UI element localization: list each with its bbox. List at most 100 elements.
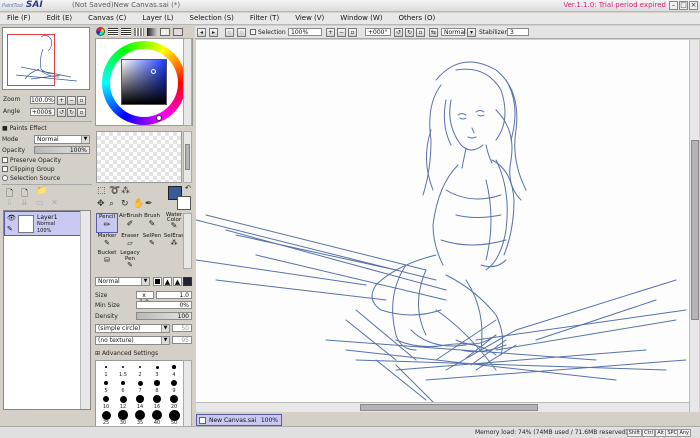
layer-list[interactable]: 👁 ✎ Layer1 Normal 100% [3,210,91,410]
brush-size-dot[interactable] [138,365,142,369]
swap-colors-icon[interactable]: ↶ [185,184,191,192]
brush-texture-select[interactable]: (no texture) ▼ [95,336,170,345]
rotate-right-button[interactable]: ↻ [67,108,76,117]
color-wheel-panel[interactable] [95,38,193,126]
shift-key-indicator[interactable]: Shift [626,429,642,437]
deselect-icon[interactable]: ▫ [225,28,234,37]
menu-edit[interactable]: Edit (E) [39,13,81,24]
sv-picker-handle[interactable] [151,69,156,74]
tool-scrollbar[interactable] [183,213,192,269]
lasso-icon[interactable]: ➰ [109,186,120,196]
brush-size-dot[interactable] [118,410,128,420]
canvas-vertical-scrollbar[interactable] [689,40,699,412]
menu-others[interactable]: Others (O) [392,13,445,24]
clear-layer-icon[interactable]: ▭ [36,198,44,207]
layer-scrollbar[interactable] [80,211,90,409]
brush-size-dot[interactable] [168,409,180,421]
selection-checkbox[interactable] [250,29,256,35]
shape-selected-icon[interactable] [183,277,192,286]
new-folder-icon[interactable]: 📁 [36,186,47,196]
color-swatches[interactable] [96,131,182,183]
rect-select-icon[interactable]: ⬚ [97,186,106,196]
density-slider[interactable]: 100 [136,312,192,320]
canvas-rotate-left-icon[interactable]: ↺ [394,28,403,37]
invert-selection-icon[interactable]: ▫ [237,28,246,37]
brush-size-dot[interactable] [119,395,127,403]
color-scrollbar[interactable] [183,38,192,126]
brush-grid-scrollbar[interactable] [183,360,192,428]
brush-size-dot[interactable] [154,380,160,386]
magic-wand-icon[interactable]: ⁂ [121,186,130,196]
zoom-reset-button[interactable]: ▫ [77,96,86,105]
canvas-rotate-right-icon[interactable]: ↻ [405,28,414,37]
advanced-settings-toggle[interactable]: ⊞ Advanced Settings [95,350,158,357]
min-size-slider[interactable]: 0% [136,301,192,309]
opacity-slider[interactable]: 100% [34,146,90,154]
minimize-button[interactable]: – [669,1,678,10]
canvas-horizontal-scrollbar[interactable] [196,402,689,412]
shape-square-icon[interactable] [153,277,162,286]
texture-strength-field[interactable]: 95 [172,336,192,344]
size-multiplier-select[interactable]: x 1.0 [136,291,154,306]
brush-size-dot[interactable] [153,395,161,403]
canvas-rotate-reset-icon[interactable]: ▫ [416,28,425,37]
shape-hard-icon[interactable]: ▲ [163,277,172,286]
document-tab[interactable]: New Canvas.sai 100% [196,414,282,426]
color-panel-icon[interactable] [160,28,170,36]
shape-soft-icon[interactable]: ▲ [173,277,182,286]
tool-brush[interactable]: Brush ✎ [141,213,163,233]
brush-size-dot[interactable] [137,380,143,386]
tool-bucket[interactable]: Bucket ⛁ [96,250,118,266]
tool-airbrush[interactable]: AirBrush ✐ [119,213,142,233]
blend-mode-select[interactable]: Normal ▼ [95,277,150,286]
close-button[interactable]: × [689,1,698,10]
zoom-tool-icon[interactable]: ⌕ [109,199,114,209]
canvas-zoom-out-icon[interactable]: − [337,28,346,37]
maximize-button[interactable]: □ [679,1,688,10]
flip-canvas-icon[interactable]: ⇆ [429,28,438,37]
tool-selpen[interactable]: SelPen ✎ [141,233,163,249]
shape-strength-field[interactable]: 50 [172,324,192,332]
rotate-reset-button[interactable]: ▫ [77,108,86,117]
menu-view[interactable]: View (V) [288,13,333,24]
canvas-vscroll-thumb[interactable] [691,140,699,320]
rotate-left-button[interactable]: ↺ [57,108,66,117]
swatch-scrollbar[interactable] [183,131,192,183]
eye-icon[interactable]: 👁 [7,214,16,222]
merge-down-icon[interactable]: ⇊ [21,198,28,207]
saturation-value-square[interactable] [121,59,167,105]
brush-size-dot[interactable] [136,395,144,403]
menu-file[interactable]: File (F) [0,13,39,24]
canvas-zoom-select[interactable]: 100% [288,28,322,36]
tool-pencil[interactable]: Pencil ✏ [96,213,118,233]
menu-filter[interactable]: Filter (T) [243,13,288,24]
brush-size-dot[interactable] [102,395,110,403]
brush-size-grid[interactable]: 1 1.5 2 3 4 5 6 7 8 9 10 12 14 16 20 25 30 35 40 50 [95,360,192,428]
view-rectangle[interactable] [7,34,55,86]
size-field[interactable]: 1.0 [156,291,192,299]
tool-marker[interactable]: Marker ✎ [96,233,118,249]
brush-size-dot[interactable] [105,366,107,368]
mode-select[interactable]: Normal ▼ [34,135,90,144]
tool-watercolor[interactable]: Water Color ✎ [163,212,185,233]
collapse-icon[interactable]: ■ [2,125,10,132]
ctrl-key-indicator[interactable]: Ctrl [642,429,655,437]
color-wheel-tab-icon[interactable] [96,27,105,36]
layer-row[interactable]: 👁 ✎ Layer1 Normal 100% [4,211,82,236]
zoom-out-button[interactable]: − [67,96,76,105]
brush-size-dot[interactable] [135,410,145,420]
canvas-hscroll-thumb[interactable] [360,404,538,411]
canvas-zoom-in-icon[interactable]: + [326,28,335,37]
hue-picker-handle[interactable] [156,115,162,121]
menu-canvas[interactable]: Canvas (C) [81,13,135,24]
canvas-angle-field[interactable]: +000° [365,28,391,36]
transfer-down-icon[interactable]: ⇩ [6,198,13,207]
tool-legacy-pen[interactable]: Legacy Pen ✎ [119,250,141,269]
tool-seleras[interactable]: SelEras ⁂ [163,233,185,249]
eyedropper-icon[interactable]: ✒ [145,199,153,209]
menu-selection[interactable]: Selection (S) [183,13,243,24]
undo-icon[interactable]: ◂ [197,28,206,37]
scratchpad-tab-icon[interactable] [147,28,157,36]
canvas-blend-select[interactable]: Normal [441,28,466,36]
brush-size-dot[interactable] [101,410,111,420]
